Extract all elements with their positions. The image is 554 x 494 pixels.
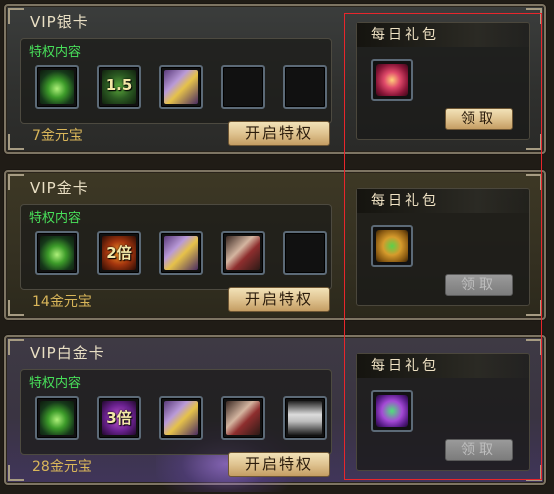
claim-button: 领取	[445, 274, 513, 296]
perk-slot-knight[interactable]	[159, 396, 203, 440]
perk-slot-empty	[283, 65, 327, 109]
perk-slot-knight[interactable]	[159, 231, 203, 275]
slot-text: 3倍	[106, 409, 132, 427]
vip-gold-card: VIP金卡 特权内容 2倍 14金元宝 开启特权 每日礼包 领取	[4, 170, 546, 320]
claim-button: 领取	[445, 439, 513, 461]
red-gift-icon	[376, 64, 408, 96]
gift-title: 每日礼包	[357, 189, 529, 213]
gift-slot[interactable]	[371, 390, 413, 432]
slot-text: 1.5	[105, 76, 133, 94]
perk-slot-knight[interactable]	[159, 65, 203, 109]
perk-slot-green-aura[interactable]	[35, 65, 79, 109]
corner-ornament	[8, 339, 24, 355]
knight-card-icon	[164, 401, 198, 435]
perk-panel: 特权内容 1.5	[20, 38, 332, 124]
perk-slot-multiplier[interactable]: 1.5	[97, 65, 141, 109]
card-title: VIP银卡	[30, 13, 89, 31]
corner-ornament	[8, 300, 24, 316]
vip-platinum-card: VIP白金卡 特权内容 3倍 28金元宝 开启特权 每日礼包 领取	[4, 335, 546, 492]
open-privilege-button[interactable]: 开启特权	[228, 452, 330, 477]
perk-label: 特权内容	[29, 211, 82, 226]
playing-cards-icon	[226, 401, 260, 435]
perk-slot-green-aura[interactable]	[35, 396, 79, 440]
vip-silver-card: VIP银卡 特权内容 1.5 7金元宝 开启特权 每日礼包 领取	[4, 4, 546, 154]
gift-title: 每日礼包	[357, 23, 529, 47]
green-aura-icon	[40, 236, 74, 270]
price-label: 7金元宝	[32, 128, 83, 144]
ghost-icon	[288, 401, 322, 435]
gold-gift-icon	[376, 230, 408, 262]
perk-label: 特权内容	[29, 376, 82, 391]
perk-panel: 特权内容 3倍	[20, 369, 332, 455]
purple-gift-icon	[376, 395, 408, 427]
perk-slot-multiplier[interactable]: 3倍	[97, 396, 141, 440]
card-title: VIP金卡	[30, 179, 89, 197]
perk-label: 特权内容	[29, 45, 82, 60]
corner-ornament	[8, 174, 24, 190]
perk-slot-multiplier[interactable]: 2倍	[97, 231, 141, 275]
corner-ornament	[8, 465, 24, 481]
perk-slot-cards[interactable]	[221, 231, 265, 275]
corner-ornament	[8, 134, 24, 150]
knight-card-icon	[164, 236, 198, 270]
perk-slot-ghost[interactable]	[283, 396, 327, 440]
slot-text: 2倍	[106, 244, 132, 262]
daily-gift-panel: 每日礼包 领取	[356, 22, 530, 140]
perk-slot-cards[interactable]	[221, 396, 265, 440]
gift-slot[interactable]	[371, 59, 413, 101]
daily-gift-panel: 每日礼包 领取	[356, 188, 530, 306]
open-privilege-button[interactable]: 开启特权	[228, 121, 330, 146]
gift-title: 每日礼包	[357, 354, 529, 378]
price-label: 28金元宝	[32, 459, 92, 475]
price-label: 14金元宝	[32, 294, 92, 310]
playing-cards-icon	[226, 236, 260, 270]
open-privilege-button[interactable]: 开启特权	[228, 287, 330, 312]
corner-ornament	[8, 8, 24, 24]
perk-panel: 特权内容 2倍	[20, 204, 332, 290]
green-aura-icon	[40, 401, 74, 435]
knight-card-icon	[164, 70, 198, 104]
perk-slot-empty	[283, 231, 327, 275]
card-title: VIP白金卡	[30, 344, 105, 362]
claim-button[interactable]: 领取	[445, 108, 513, 130]
perk-slot-green-aura[interactable]	[35, 231, 79, 275]
green-aura-icon	[40, 70, 74, 104]
gift-slot[interactable]	[371, 225, 413, 267]
daily-gift-panel: 每日礼包 领取	[356, 353, 530, 471]
perk-slot-empty	[221, 65, 265, 109]
